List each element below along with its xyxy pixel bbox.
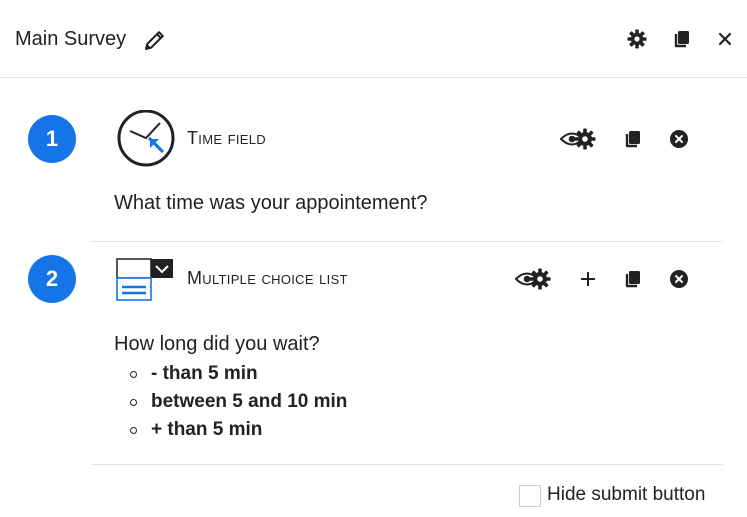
dropdown-list-icon: [116, 258, 174, 302]
question-text[interactable]: How long did you wait?: [114, 333, 320, 356]
question-number-badge: 2: [28, 255, 76, 303]
option-label: - than 5 min: [151, 363, 258, 384]
question-type-label: Multiple choice list: [187, 268, 348, 289]
list-item[interactable]: - than 5 min: [130, 360, 347, 388]
copy-icon[interactable]: [623, 269, 643, 289]
add-icon[interactable]: [579, 270, 597, 288]
hide-submit-label: Hide submit button: [547, 484, 706, 505]
gear-icon[interactable]: [626, 28, 648, 50]
hide-submit-checkbox[interactable]: [519, 485, 541, 507]
option-label: + than 5 min: [151, 419, 263, 440]
option-label: between 5 and 10 min: [151, 391, 348, 412]
clock-icon: [116, 109, 176, 168]
copy-icon[interactable]: [671, 28, 693, 50]
delete-icon[interactable]: [669, 269, 689, 289]
list-item[interactable]: between 5 and 10 min: [130, 388, 347, 416]
options-list: - than 5 min between 5 and 10 min + than…: [130, 360, 347, 444]
visibility-settings-icon[interactable]: [515, 268, 553, 290]
delete-icon[interactable]: [669, 129, 689, 149]
radio-bullet-icon: [130, 426, 137, 434]
question-type-text: Time field: [187, 128, 266, 148]
radio-bullet-icon: [130, 370, 137, 378]
close-icon[interactable]: [714, 28, 736, 50]
question-type-label: Time field: [187, 128, 266, 149]
pencil-icon[interactable]: [143, 28, 167, 52]
question-divider: [91, 464, 723, 465]
question-type-text: Multiple choice list: [187, 268, 348, 288]
copy-icon[interactable]: [623, 129, 643, 149]
question-number-badge: 1: [28, 115, 76, 163]
visibility-settings-icon[interactable]: [560, 128, 598, 150]
question-text[interactable]: What time was your appointement?: [114, 192, 428, 215]
radio-bullet-icon: [130, 398, 137, 406]
survey-header: Main Survey: [0, 0, 747, 78]
question-divider: [91, 241, 723, 242]
list-item[interactable]: + than 5 min: [130, 416, 347, 444]
survey-title: Main Survey: [15, 28, 127, 50]
